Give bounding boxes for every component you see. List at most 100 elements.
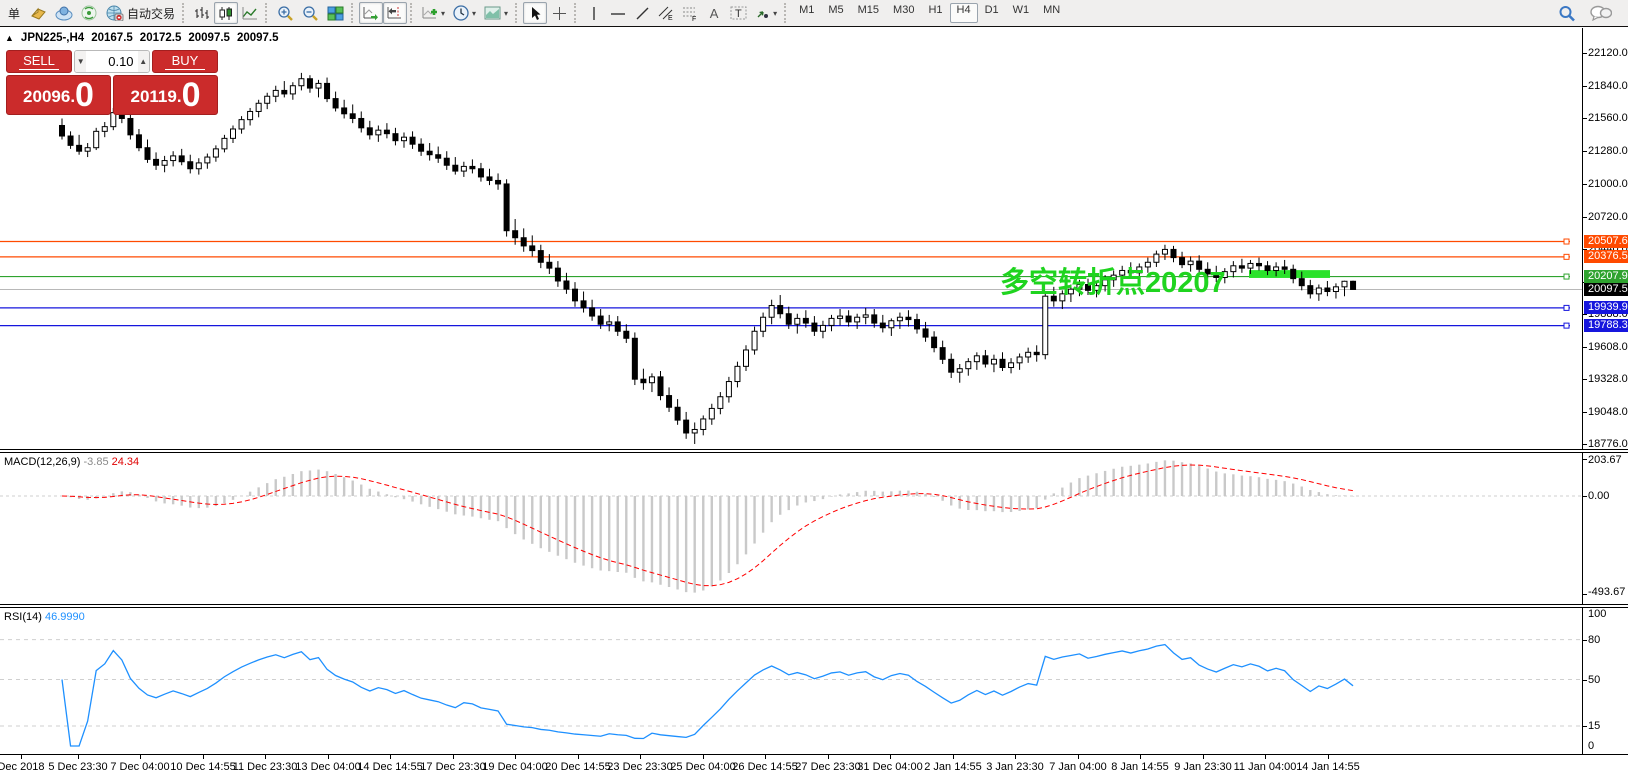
chart-shift-button[interactable]	[383, 2, 408, 24]
candle-body	[819, 324, 826, 332]
macd-axis[interactable]: 203.67 0.00 -493.67	[1582, 453, 1628, 604]
time-axis[interactable]: Dec 2018 5 Dec 23:30 7 Dec 04:00 10 Dec 14:…	[0, 754, 1628, 774]
candle-body	[477, 168, 484, 178]
candle-body	[589, 307, 596, 317]
candle-body	[247, 110, 254, 121]
zoom-in-button[interactable]	[273, 2, 298, 24]
auto-scroll-button[interactable]	[359, 2, 384, 24]
one-click-trading-panel: SELL ▼ ▲ BUY 20096.0 20119.0	[6, 50, 218, 115]
timeframe-mn-button[interactable]: MN	[1036, 3, 1067, 23]
horizontal-line-tool-button[interactable]	[606, 2, 630, 24]
price-tick	[1583, 183, 1587, 185]
candle-body	[212, 148, 219, 158]
candle-body	[554, 267, 561, 282]
sell-price-box[interactable]: 20096. 0	[6, 75, 111, 115]
line-anchor-marker	[1563, 273, 1570, 280]
macd-signal-value: 24.34	[111, 456, 140, 468]
candle-body	[631, 337, 638, 380]
line-anchor-marker	[1563, 238, 1570, 245]
time-tick	[1140, 755, 1141, 759]
main-toolbar: 单 自动交易 ▾ ▾ ▾ E F A T ▾ M1 M5 M15 M30 H1 …	[0, 0, 1628, 27]
new-order-button[interactable]: 单	[2, 2, 26, 24]
timeframe-m1-button[interactable]: M1	[792, 3, 821, 23]
candle-body	[161, 160, 168, 166]
fibonacci-tool-button[interactable]: F	[678, 2, 702, 24]
candle-body	[837, 315, 844, 319]
time-tick	[328, 755, 329, 759]
svg-text:E: E	[668, 15, 673, 21]
periods-button[interactable]: ▾	[449, 2, 480, 24]
candle-body	[1008, 362, 1015, 369]
volume-increase-button[interactable]: ▲	[137, 51, 149, 72]
cursor-tool-button[interactable]	[523, 2, 548, 24]
channel-tool-button[interactable]: E	[654, 2, 678, 24]
candle-body	[777, 305, 784, 315]
svg-text:T: T	[735, 8, 742, 20]
volume-input[interactable]	[86, 51, 138, 72]
toolbar-separator	[574, 3, 579, 23]
market-watch-icon-button[interactable]	[26, 2, 51, 24]
autotrading-button[interactable]: 自动交易	[102, 2, 179, 24]
trend-arrow-icon: ▲	[5, 33, 14, 43]
time-label: 11 Jan 04:00	[1233, 761, 1297, 773]
trendline-tool-button[interactable]	[630, 2, 654, 24]
signals-button[interactable]	[77, 2, 102, 24]
bar-chart-mode-button[interactable]	[190, 2, 214, 24]
candle-body	[1307, 285, 1314, 295]
green-rectangle-object[interactable]	[1249, 270, 1330, 278]
zoom-in-icon	[278, 6, 293, 21]
templates-button[interactable]: ▾	[480, 2, 512, 24]
candlestick-mode-button[interactable]	[214, 2, 239, 24]
timeframe-h1-button[interactable]: H1	[921, 3, 949, 23]
crosshair-tool-button[interactable]	[547, 2, 571, 24]
time-tick	[390, 755, 391, 759]
zoom-out-button[interactable]	[298, 2, 323, 24]
chart-annotation-text[interactable]: 多空转折点20207	[1000, 259, 1226, 301]
timeframe-h4-button[interactable]: H4	[949, 3, 978, 23]
search-button[interactable]	[1554, 2, 1580, 24]
line-chart-mode-button[interactable]	[238, 2, 262, 24]
timeframe-m15-button[interactable]: M15	[851, 3, 886, 23]
timeframe-m5-button[interactable]: M5	[821, 3, 850, 23]
text-tool-button[interactable]: A	[702, 2, 726, 24]
chat-button[interactable]	[1586, 2, 1616, 24]
line-chart-icon	[242, 6, 258, 19]
candle-body	[375, 129, 382, 136]
dropdown-caret: ▾	[504, 8, 509, 18]
sell-button[interactable]: SELL	[6, 50, 72, 73]
vertical-line-tool-button[interactable]	[582, 2, 606, 24]
main-price-pane[interactable]	[0, 28, 1582, 449]
timeframe-d1-button[interactable]: D1	[978, 3, 1006, 23]
rsi-axis[interactable]: 100 80 50 15 0	[1582, 608, 1628, 754]
cursor-arrow-icon	[531, 6, 541, 20]
bar-chart-icon	[195, 6, 210, 19]
yellow-book-icon	[31, 7, 46, 20]
new-order-label: 单	[7, 6, 20, 21]
volume-decrease-button[interactable]: ▼	[75, 51, 87, 72]
arrows-tool-button[interactable]: ▾	[751, 2, 781, 24]
price-line-chip: 19788.3	[1584, 319, 1628, 333]
rsi-line	[61, 643, 1354, 747]
buy-button[interactable]: BUY	[152, 50, 218, 73]
macd-pane[interactable]	[0, 453, 1582, 604]
candle-body	[1350, 280, 1357, 290]
macd-scale-label: 203.67	[1588, 454, 1622, 466]
candle-body	[1230, 265, 1237, 273]
timeframe-w1-button[interactable]: W1	[1006, 3, 1037, 23]
timeframe-m30-button[interactable]: M30	[886, 3, 921, 23]
candle-body	[1264, 265, 1271, 271]
tile-windows-button[interactable]	[323, 2, 348, 24]
market-button[interactable]	[51, 2, 77, 24]
label-tool-button[interactable]: T	[726, 2, 751, 24]
price-tick	[1583, 346, 1587, 348]
buy-price-box[interactable]: 20119. 0	[113, 75, 218, 115]
candle-body	[802, 317, 809, 324]
price-tick-label: 20720.0	[1588, 210, 1628, 223]
indicators-button[interactable]: ▾	[418, 2, 449, 24]
price-axis[interactable]: 22120.0 21840.0 21560.0 21280.0 21000.0 20720…	[1582, 28, 1628, 450]
candle-body	[392, 133, 399, 142]
candle-body	[512, 230, 519, 239]
rsi-pane[interactable]	[0, 608, 1582, 754]
candle-body	[691, 428, 698, 434]
candle-body	[648, 376, 655, 384]
